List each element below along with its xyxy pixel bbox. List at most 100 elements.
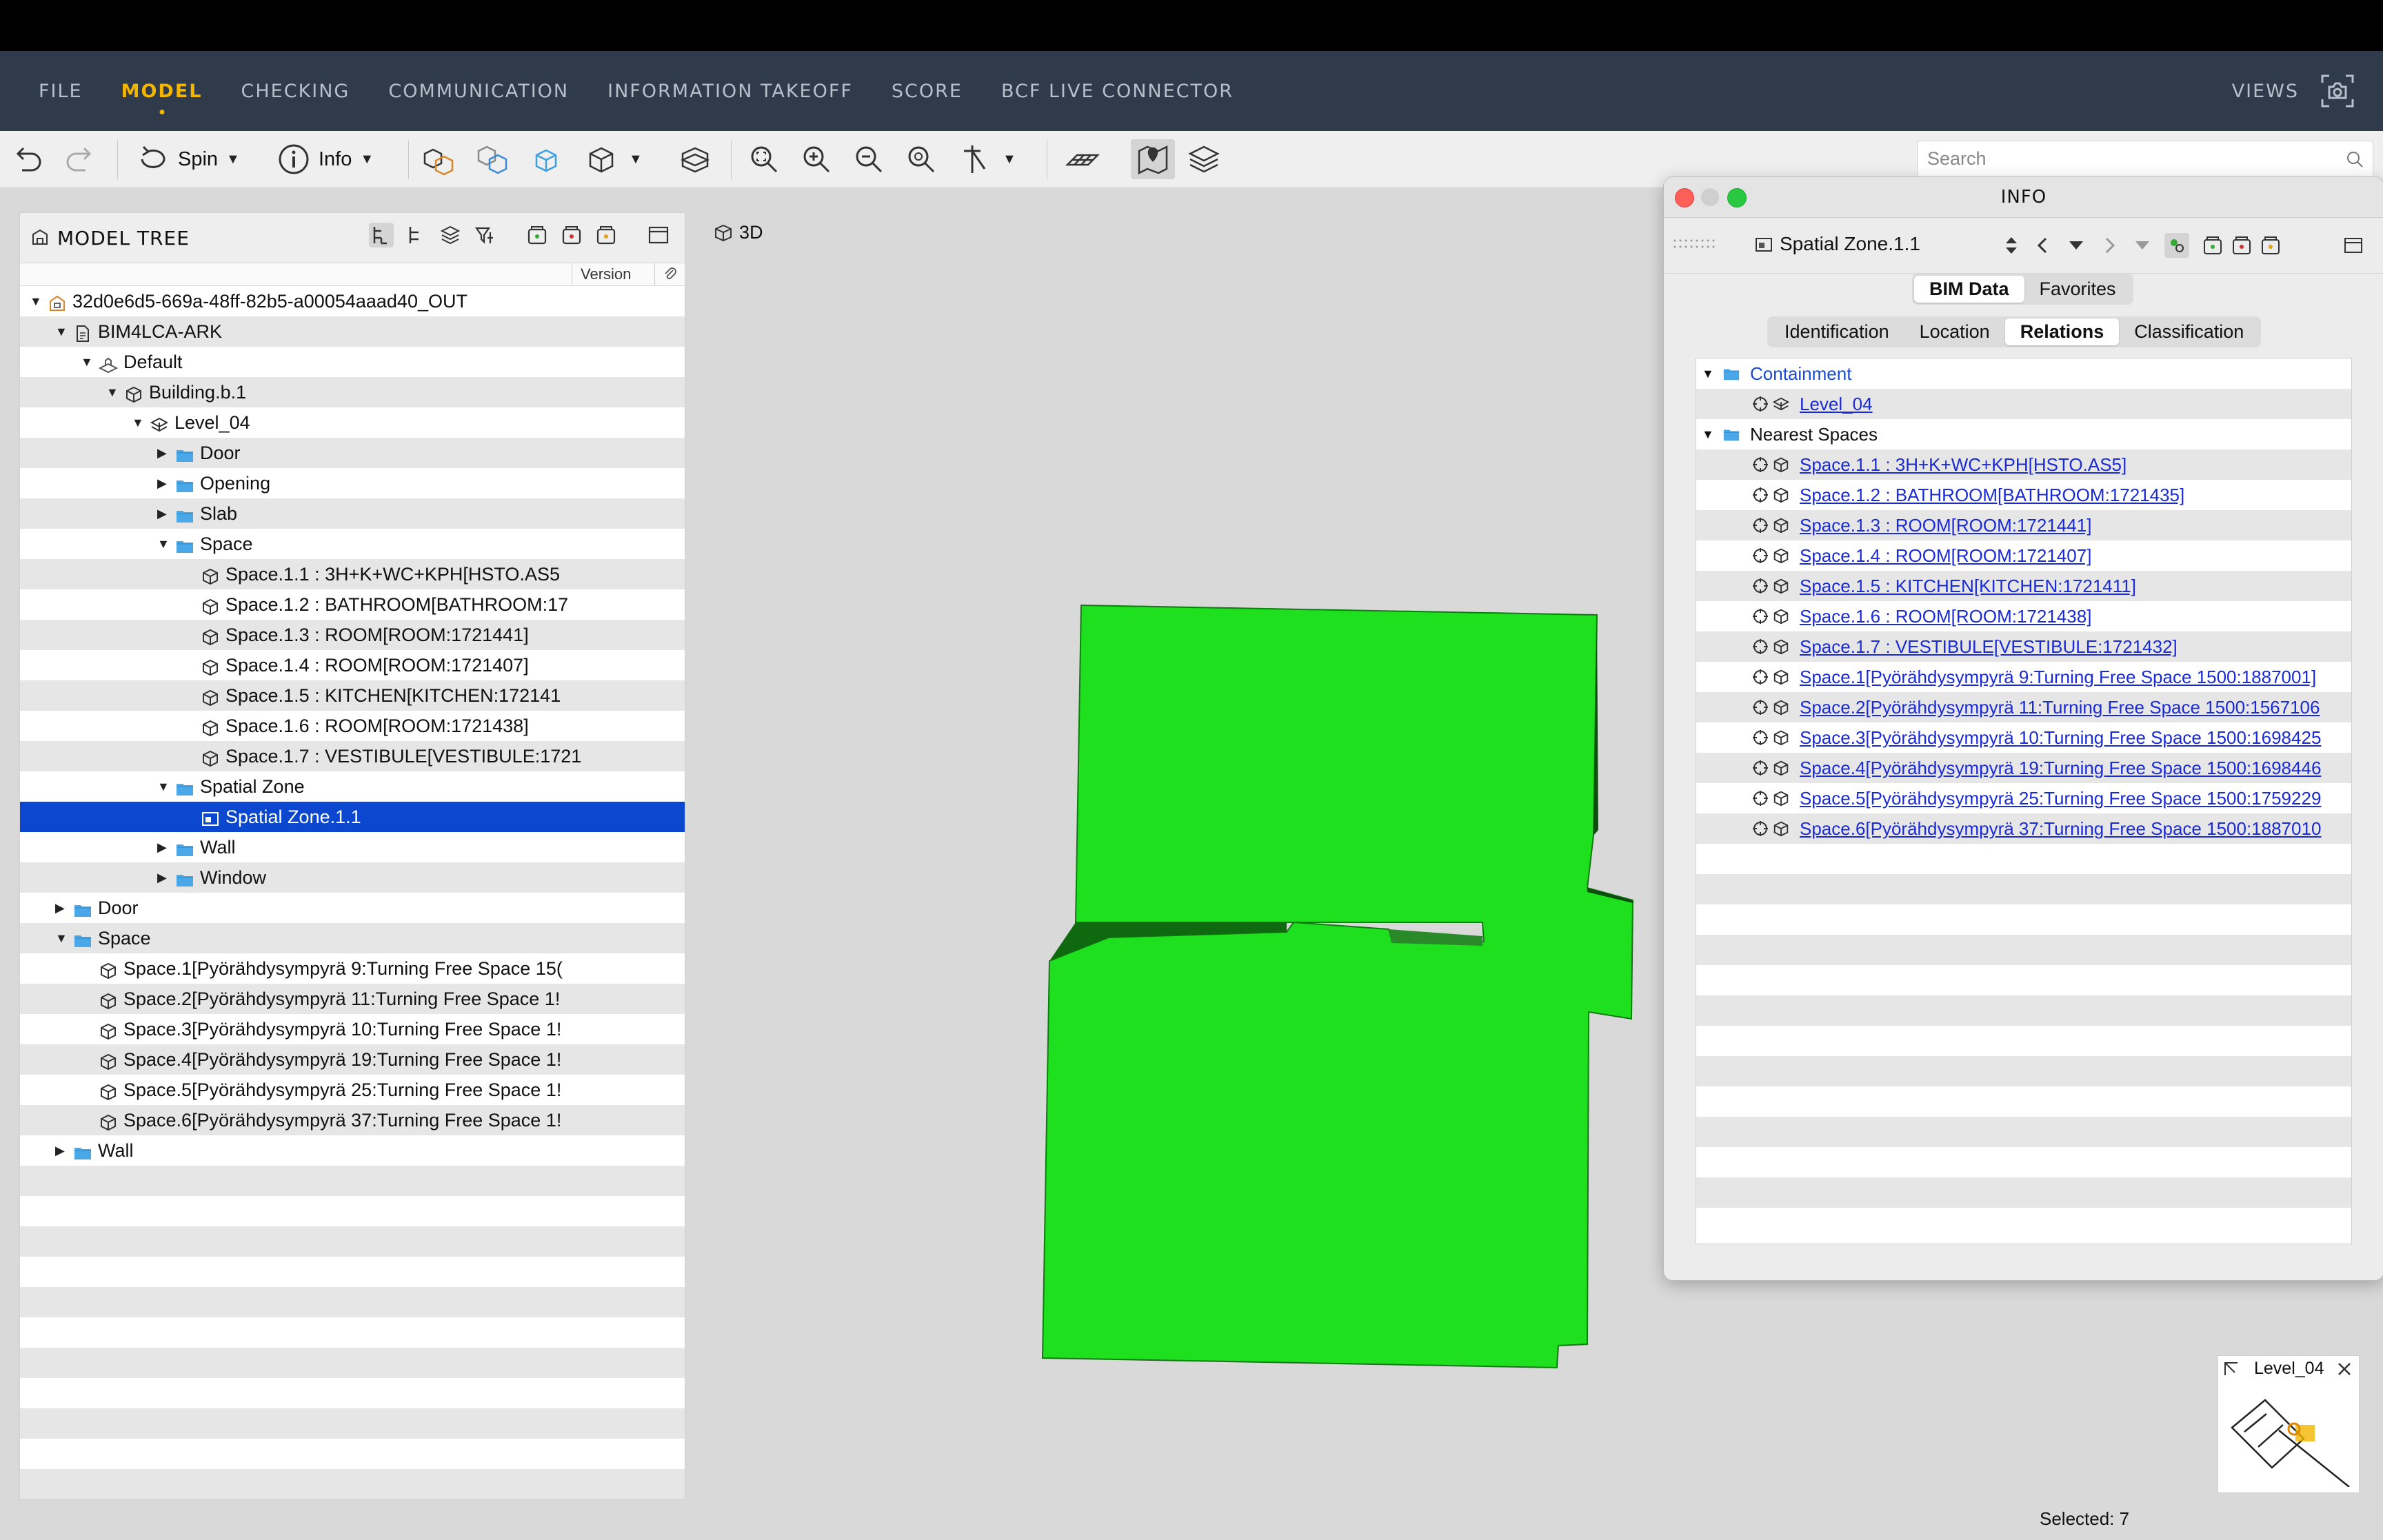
- relation-item[interactable]: Space.5[Pyörähdysympyrä 25:Turning Free …: [1696, 783, 2351, 813]
- relation-item[interactable]: Space.1.2 : BATHROOM[BATHROOM:1721435]: [1696, 480, 2351, 510]
- relation-item[interactable]: Space.4[Pyörähdysympyrä 19:Turning Free …: [1696, 753, 2351, 783]
- empty-row: [1696, 935, 2351, 965]
- relation-link[interactable]: Level_04: [1800, 389, 1873, 419]
- locate-icon[interactable]: [1751, 547, 1769, 565]
- isolate-items-icon[interactable]: [2260, 234, 2282, 256]
- expand-icon[interactable]: [2222, 1360, 2240, 1378]
- panel-layout-icon[interactable]: [2342, 234, 2364, 256]
- history-dropdown-icon[interactable]: [2067, 239, 2086, 252]
- info-selected-name: Spatial Zone.1.1: [1780, 233, 1920, 254]
- relation-link[interactable]: Space.4[Pyörähdysympyrä 19:Turning Free …: [1800, 753, 2321, 783]
- empty-row: [1696, 1026, 2351, 1056]
- cube-icon: [1773, 791, 1789, 807]
- tab-bim-data[interactable]: BIM Data: [1914, 276, 2024, 303]
- relation-item[interactable]: Space.1[Pyörähdysympyrä 9:Turning Free S…: [1696, 662, 2351, 692]
- relation-link[interactable]: Space.1[Pyörähdysympyrä 9:Turning Free S…: [1800, 662, 2316, 692]
- locate-icon[interactable]: [1751, 789, 1769, 807]
- nearest-spaces-category[interactable]: ▼ Nearest Spaces: [1696, 419, 2351, 449]
- folder-icon: [1723, 429, 1740, 441]
- relation-item[interactable]: Space.6[Pyörähdysympyrä 37:Turning Free …: [1696, 813, 2351, 844]
- sort-arrows-icon[interactable]: [2003, 234, 2020, 256]
- tab-identification[interactable]: Identification: [1769, 318, 1904, 345]
- locate-icon[interactable]: [1751, 668, 1769, 686]
- empty-row: [1696, 1086, 2351, 1117]
- previous-icon[interactable]: [2033, 236, 2051, 255]
- relation-link[interactable]: Space.5[Pyörähdysympyrä 25:Turning Free …: [1800, 783, 2321, 813]
- locate-icon[interactable]: [1751, 486, 1769, 504]
- info-window: INFO Spatial Zone.1.1 BIM Data Favorites…: [1663, 176, 2383, 1281]
- relation-item[interactable]: Space.1.7 : VESTIBULE[VESTIBULE:1721432]: [1696, 631, 2351, 662]
- tab-location[interactable]: Location: [1904, 318, 2005, 345]
- locate-icon[interactable]: [1751, 577, 1769, 595]
- empty-row: [1696, 1056, 2351, 1086]
- info-title-bar: INFO: [1664, 177, 2383, 218]
- relation-item[interactable]: Space.1.3 : ROOM[ROOM:1721441]: [1696, 510, 2351, 540]
- relation-link[interactable]: Space.6[Pyörähdysympyrä 37:Turning Free …: [1800, 813, 2321, 844]
- relation-link[interactable]: Space.1.4 : ROOM[ROOM:1721407]: [1800, 540, 2091, 571]
- locate-icon[interactable]: [1751, 820, 1769, 838]
- relation-link[interactable]: Space.1.3 : ROOM[ROOM:1721441]: [1800, 510, 2091, 540]
- relation-link[interactable]: Space.1.2 : BATHROOM[BATHROOM:1721435]: [1800, 480, 2184, 510]
- collapse-toggle-icon[interactable]: ▼: [1702, 419, 1714, 449]
- collapse-toggle-icon[interactable]: ▼: [1702, 358, 1714, 389]
- relation-link[interactable]: Space.2[Pyörähdysympyrä 11:Turning Free …: [1800, 692, 2320, 722]
- locate-icon[interactable]: [1751, 395, 1769, 413]
- relation-item[interactable]: Space.3[Pyörähdysympyrä 10:Turning Free …: [1696, 722, 2351, 753]
- locate-icon[interactable]: [1751, 456, 1769, 474]
- locate-icon[interactable]: [1751, 729, 1769, 747]
- cube-icon: [1773, 730, 1789, 746]
- relation-item[interactable]: Level_04: [1696, 389, 2351, 419]
- locate-icon[interactable]: [1751, 607, 1769, 625]
- relation-link[interactable]: Space.3[Pyörähdysympyrä 10:Turning Free …: [1800, 722, 2321, 753]
- spatial-zone-geometry[interactable]: [1041, 604, 1634, 1369]
- hide-items-icon[interactable]: [2231, 234, 2253, 256]
- empty-row: [1696, 844, 2351, 874]
- empty-row: [1696, 965, 2351, 995]
- empty-row: [1696, 995, 2351, 1026]
- empty-row: [1696, 1147, 2351, 1177]
- close-icon[interactable]: [2335, 1360, 2353, 1378]
- info-selection-bar: Spatial Zone.1.1: [1664, 218, 2383, 274]
- locate-icon[interactable]: [1751, 638, 1769, 656]
- floor-plan-thumbnail: [2231, 1399, 2350, 1487]
- relation-item[interactable]: Space.2[Pyörähdysympyrä 11:Turning Free …: [1696, 692, 2351, 722]
- link-selection-icon[interactable]: [2164, 233, 2189, 258]
- info-main-tabs: BIM Data Favorites: [1912, 274, 2133, 305]
- empty-row: [1696, 874, 2351, 904]
- cube-icon: [1773, 548, 1789, 564]
- locate-icon[interactable]: [1751, 698, 1769, 716]
- zone-icon: [1756, 238, 1772, 252]
- relation-link[interactable]: Space.1.6 : ROOM[ROOM:1721438]: [1800, 601, 2091, 631]
- relation-link[interactable]: Space.1.7 : VESTIBULE[VESTIBULE:1721432]: [1800, 631, 2178, 662]
- minimap-level-label: Level_04: [2254, 1359, 2324, 1378]
- cube-icon: [1773, 487, 1789, 503]
- info-sub-tabs: Identification Location Relations Classi…: [1767, 316, 2262, 347]
- minimap[interactable]: Level_04: [2218, 1355, 2360, 1493]
- category-label: Nearest Spaces: [1750, 424, 1878, 445]
- cube-icon: [1773, 669, 1789, 685]
- containment-category[interactable]: ▼ Containment: [1696, 358, 2351, 389]
- empty-row: [1696, 904, 2351, 935]
- relation-item[interactable]: Space.1.1 : 3H+K+WC+KPH[HSTO.AS5]: [1696, 449, 2351, 480]
- cube-icon: [1773, 457, 1789, 473]
- locate-icon[interactable]: [1751, 759, 1769, 777]
- tab-classification[interactable]: Classification: [2119, 318, 2259, 345]
- show-items-icon[interactable]: [2202, 234, 2224, 256]
- next-icon[interactable]: [2101, 236, 2119, 255]
- tab-relations[interactable]: Relations: [2004, 318, 2120, 345]
- relation-item[interactable]: Space.1.5 : KITCHEN[KITCHEN:1721411]: [1696, 571, 2351, 601]
- chevron-down-icon[interactable]: [2133, 239, 2152, 252]
- category-label: Containment: [1750, 363, 1852, 384]
- cube-icon: [1773, 821, 1789, 837]
- relation-link[interactable]: Space.1.5 : KITCHEN[KITCHEN:1721411]: [1800, 571, 2136, 601]
- drag-handle-icon[interactable]: [1672, 237, 1734, 251]
- relation-link[interactable]: Space.1.1 : 3H+K+WC+KPH[HSTO.AS5]: [1800, 449, 2126, 480]
- cube-icon: [1773, 578, 1789, 594]
- tab-favorites[interactable]: Favorites: [2024, 276, 2131, 303]
- folder-icon: [1723, 369, 1740, 381]
- locate-icon[interactable]: [1751, 516, 1769, 534]
- empty-row: [1696, 1208, 2351, 1238]
- cube-icon: [1773, 700, 1789, 716]
- relation-item[interactable]: Space.1.4 : ROOM[ROOM:1721407]: [1696, 540, 2351, 571]
- relation-item[interactable]: Space.1.6 : ROOM[ROOM:1721438]: [1696, 601, 2351, 631]
